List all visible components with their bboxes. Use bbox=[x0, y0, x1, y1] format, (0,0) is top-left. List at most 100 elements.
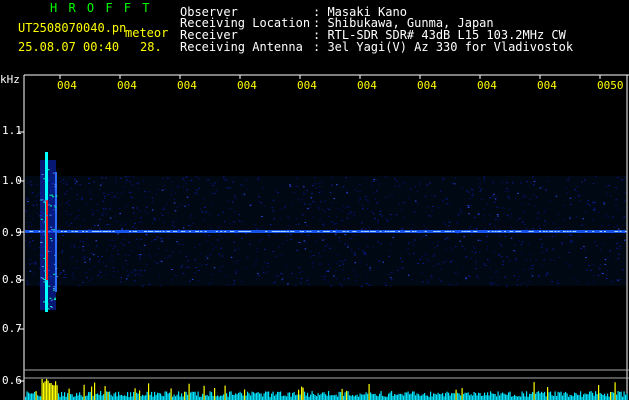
noise-speck bbox=[60, 181, 62, 182]
carrier-highlight bbox=[511, 231, 514, 232]
noise-speck bbox=[117, 253, 120, 255]
power-bar bbox=[319, 395, 321, 400]
noise-speck bbox=[468, 213, 470, 215]
noise-speck bbox=[86, 256, 88, 258]
noise-speck bbox=[555, 227, 557, 229]
noise-speck bbox=[342, 205, 345, 207]
power-bar bbox=[455, 389, 457, 400]
noise-speck bbox=[333, 223, 336, 225]
noise-speck bbox=[426, 279, 428, 281]
noise-speck bbox=[346, 189, 348, 191]
noise-speck bbox=[456, 223, 458, 225]
noise-speck bbox=[338, 208, 340, 210]
noise-speck bbox=[279, 218, 282, 220]
noise-speck bbox=[75, 260, 78, 262]
noise-speck bbox=[82, 246, 84, 248]
carrier-highlight bbox=[247, 231, 250, 232]
noise-speck bbox=[37, 194, 39, 196]
noise-speck bbox=[540, 264, 543, 266]
noise-speck bbox=[264, 262, 266, 264]
noise-speck bbox=[284, 183, 286, 185]
noise-speck bbox=[454, 272, 456, 274]
noise-speck bbox=[581, 224, 583, 226]
noise-speck bbox=[386, 221, 389, 223]
noise-speck bbox=[290, 234, 292, 236]
power-bar bbox=[584, 393, 586, 400]
carrier-highlight bbox=[105, 231, 108, 232]
power-bar bbox=[392, 395, 394, 400]
noise-speck bbox=[612, 282, 614, 284]
noise-speck bbox=[123, 244, 125, 246]
meteor-trail bbox=[55, 172, 57, 292]
noise-speck bbox=[337, 254, 340, 256]
noise-speck bbox=[493, 193, 495, 195]
noise-speck bbox=[402, 202, 405, 204]
noise-speck bbox=[619, 248, 621, 250]
power-bar bbox=[44, 381, 46, 400]
noise-speck bbox=[324, 275, 326, 277]
noise-speck bbox=[423, 225, 425, 227]
noise-speck bbox=[593, 281, 595, 283]
power-bar bbox=[268, 391, 270, 400]
power-bar bbox=[61, 392, 63, 400]
noise-speck bbox=[539, 239, 542, 240]
noise-speck bbox=[407, 198, 409, 199]
noise-speck bbox=[357, 191, 359, 192]
power-bar bbox=[77, 395, 79, 400]
power-bar bbox=[613, 392, 615, 400]
power-bar bbox=[620, 391, 622, 400]
power-bar bbox=[371, 394, 373, 400]
noise-speck bbox=[555, 195, 558, 197]
noise-speck bbox=[577, 194, 579, 196]
power-bar bbox=[497, 391, 499, 400]
carrier-highlight bbox=[287, 231, 289, 232]
power-bar bbox=[509, 391, 511, 400]
noise-speck bbox=[236, 262, 238, 264]
power-bar bbox=[281, 396, 283, 400]
noise-speck bbox=[130, 271, 132, 273]
noise-speck bbox=[347, 206, 350, 208]
noise-speck bbox=[136, 207, 138, 209]
power-bar bbox=[361, 394, 363, 400]
carrier-highlight bbox=[159, 231, 162, 232]
noise-speck bbox=[34, 263, 37, 265]
noise-speck bbox=[305, 241, 307, 243]
noise-speck bbox=[273, 218, 275, 220]
noise-speck bbox=[598, 211, 600, 213]
noise-speck bbox=[558, 257, 560, 258]
carrier-highlight bbox=[75, 231, 78, 232]
noise-speck bbox=[617, 258, 620, 260]
noise-speck bbox=[485, 265, 487, 266]
noise-speck bbox=[531, 275, 534, 277]
noise-speck bbox=[538, 226, 540, 227]
noise-speck bbox=[419, 258, 422, 260]
noise-speck bbox=[66, 222, 68, 224]
power-bar bbox=[187, 394, 189, 400]
power-bar bbox=[460, 395, 462, 400]
noise-speck bbox=[431, 278, 433, 280]
noise-speck bbox=[200, 253, 202, 255]
noise-speck bbox=[111, 196, 113, 198]
noise-speck bbox=[177, 206, 179, 208]
noise-speck bbox=[84, 261, 86, 263]
noise-speck bbox=[281, 242, 284, 244]
noise-speck bbox=[160, 212, 162, 214]
noise-speck bbox=[101, 177, 103, 179]
power-bar bbox=[626, 393, 628, 400]
power-bar bbox=[530, 393, 532, 400]
noise-speck bbox=[194, 259, 197, 261]
noise-speck bbox=[593, 275, 595, 277]
noise-speck bbox=[444, 197, 447, 199]
meteor-speck bbox=[54, 254, 57, 256]
noise-speck bbox=[612, 216, 614, 218]
noise-speck bbox=[125, 206, 127, 208]
meteor-speck bbox=[47, 308, 50, 310]
noise-speck bbox=[379, 214, 381, 215]
noise-speck bbox=[432, 206, 434, 207]
noise-speck bbox=[552, 248, 554, 250]
noise-speck bbox=[275, 274, 277, 276]
noise-speck bbox=[465, 256, 467, 258]
noise-speck bbox=[581, 181, 583, 183]
noise-speck bbox=[419, 181, 421, 183]
noise-speck bbox=[331, 184, 333, 186]
